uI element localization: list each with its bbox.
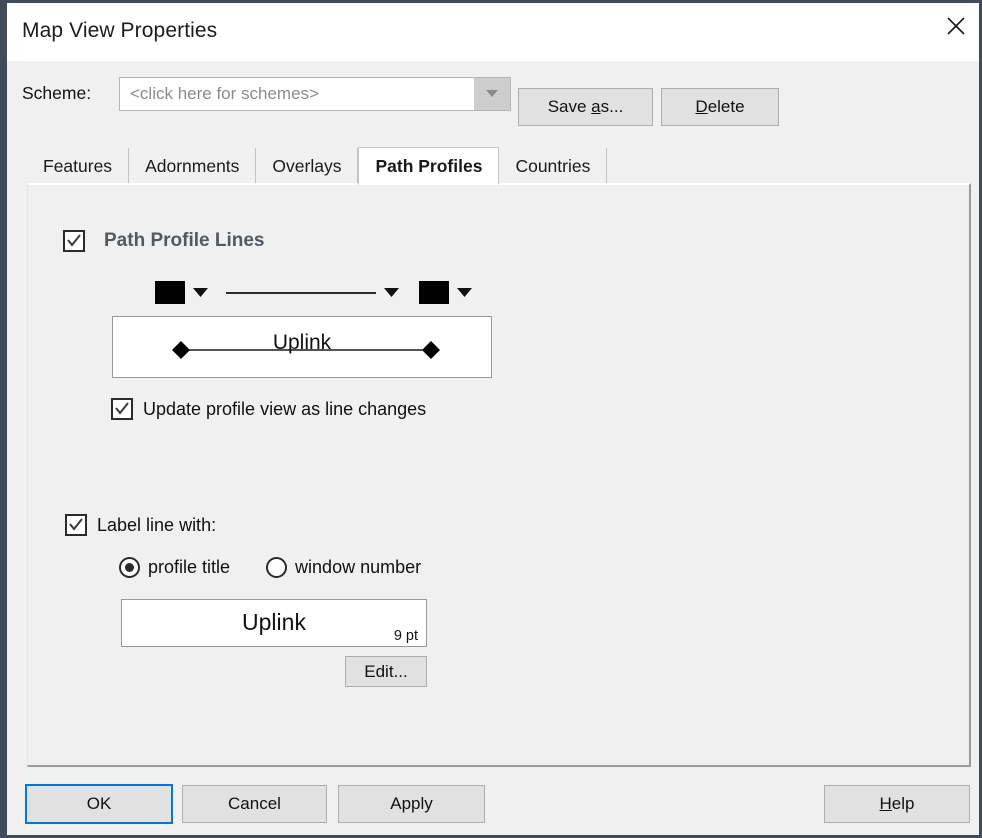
scheme-combobox[interactable]: <click here for schemes> (119, 77, 511, 111)
page-title: Map View Properties (22, 19, 218, 42)
title-bar: Map View Properties (7, 3, 979, 61)
cancel-button[interactable]: Cancel (182, 785, 327, 823)
tab-strip: Features Adornments Overlays Path Profil… (27, 147, 608, 185)
label-line-with-row: Label line with: (65, 514, 216, 536)
ok-button[interactable]: OK (25, 784, 173, 824)
delete-label: Delete (695, 97, 745, 116)
help-label: Help (879, 794, 915, 813)
path-profile-lines-label: Path Profile Lines (104, 230, 265, 251)
scheme-combobox-placeholder: <click here for schemes> (130, 84, 319, 103)
radio-window-number-label: window number (295, 557, 422, 577)
tab-label: Features (43, 155, 113, 176)
font-size-label: 9 pt (393, 628, 418, 644)
path-profile-lines-checkbox[interactable] (63, 230, 85, 252)
start-symbol-color-swatch[interactable] (155, 281, 185, 304)
line-preview-label: Uplink (272, 331, 332, 354)
font-preview-box: Uplink 9 pt (121, 599, 427, 647)
line-style-chevron-down-icon[interactable] (384, 288, 399, 297)
check-icon (69, 518, 83, 531)
label-line-with-options: profile title window number (119, 557, 421, 578)
radio-window-number[interactable] (266, 557, 288, 578)
chevron-down-icon[interactable] (474, 78, 510, 110)
radio-profile-title[interactable] (119, 557, 140, 578)
update-profile-view-label: Update profile view as line changes (143, 398, 427, 419)
tab-label: Path Profiles (375, 155, 483, 176)
apply-button[interactable]: Apply (338, 785, 485, 823)
label-line-with-checkbox[interactable] (65, 514, 87, 536)
map-view-properties-dialog: Map View Properties Scheme: <click here … (0, 0, 982, 838)
tab-overlays[interactable]: Overlays (256, 148, 359, 184)
line-color-swatch[interactable] (419, 281, 449, 304)
save-as-label: Save as... (547, 97, 624, 116)
edit-font-button[interactable]: Edit... (345, 656, 427, 687)
label-line-with-label: Label line with: (97, 514, 217, 535)
tab-label: Overlays (272, 155, 342, 176)
cancel-label: Cancel (228, 794, 281, 813)
save-as-button[interactable]: Save as... (518, 88, 653, 126)
start-symbol-color-chevron-down-icon[interactable] (193, 288, 208, 297)
apply-label: Apply (390, 794, 433, 813)
path-profile-lines-group: Path Profile Lines (63, 230, 264, 252)
scheme-row: Scheme: <click here for schemes> (7, 61, 979, 127)
close-icon[interactable] (933, 3, 979, 49)
scheme-label: Scheme: (22, 83, 92, 103)
font-preview-sample-text: Uplink (242, 609, 306, 635)
check-icon (67, 234, 81, 247)
delete-button[interactable]: Delete (661, 88, 779, 126)
line-style-preview[interactable] (226, 283, 376, 303)
tab-path-profiles[interactable]: Path Profiles (358, 147, 500, 185)
radio-profile-title-label: profile title (148, 557, 231, 577)
update-profile-view-row: Update profile view as line changes (111, 398, 426, 420)
ok-label: OK (86, 794, 112, 813)
check-icon (115, 402, 129, 415)
edit-font-label: Edit... (364, 661, 408, 681)
tab-features[interactable]: Features (27, 148, 130, 184)
line-style-controls (155, 281, 472, 304)
radio-window-number-group: window number (266, 557, 421, 578)
line-color-chevron-down-icon[interactable] (457, 288, 472, 297)
tab-countries[interactable]: Countries (499, 148, 608, 184)
line-preview-box: Uplink (112, 316, 492, 378)
path-profiles-panel (27, 183, 971, 767)
tab-label: Adornments (145, 155, 240, 176)
tab-label: Countries (515, 155, 591, 176)
help-button[interactable]: Help (824, 785, 970, 823)
update-profile-view-checkbox[interactable] (111, 398, 133, 420)
tab-adornments[interactable]: Adornments (129, 148, 257, 184)
